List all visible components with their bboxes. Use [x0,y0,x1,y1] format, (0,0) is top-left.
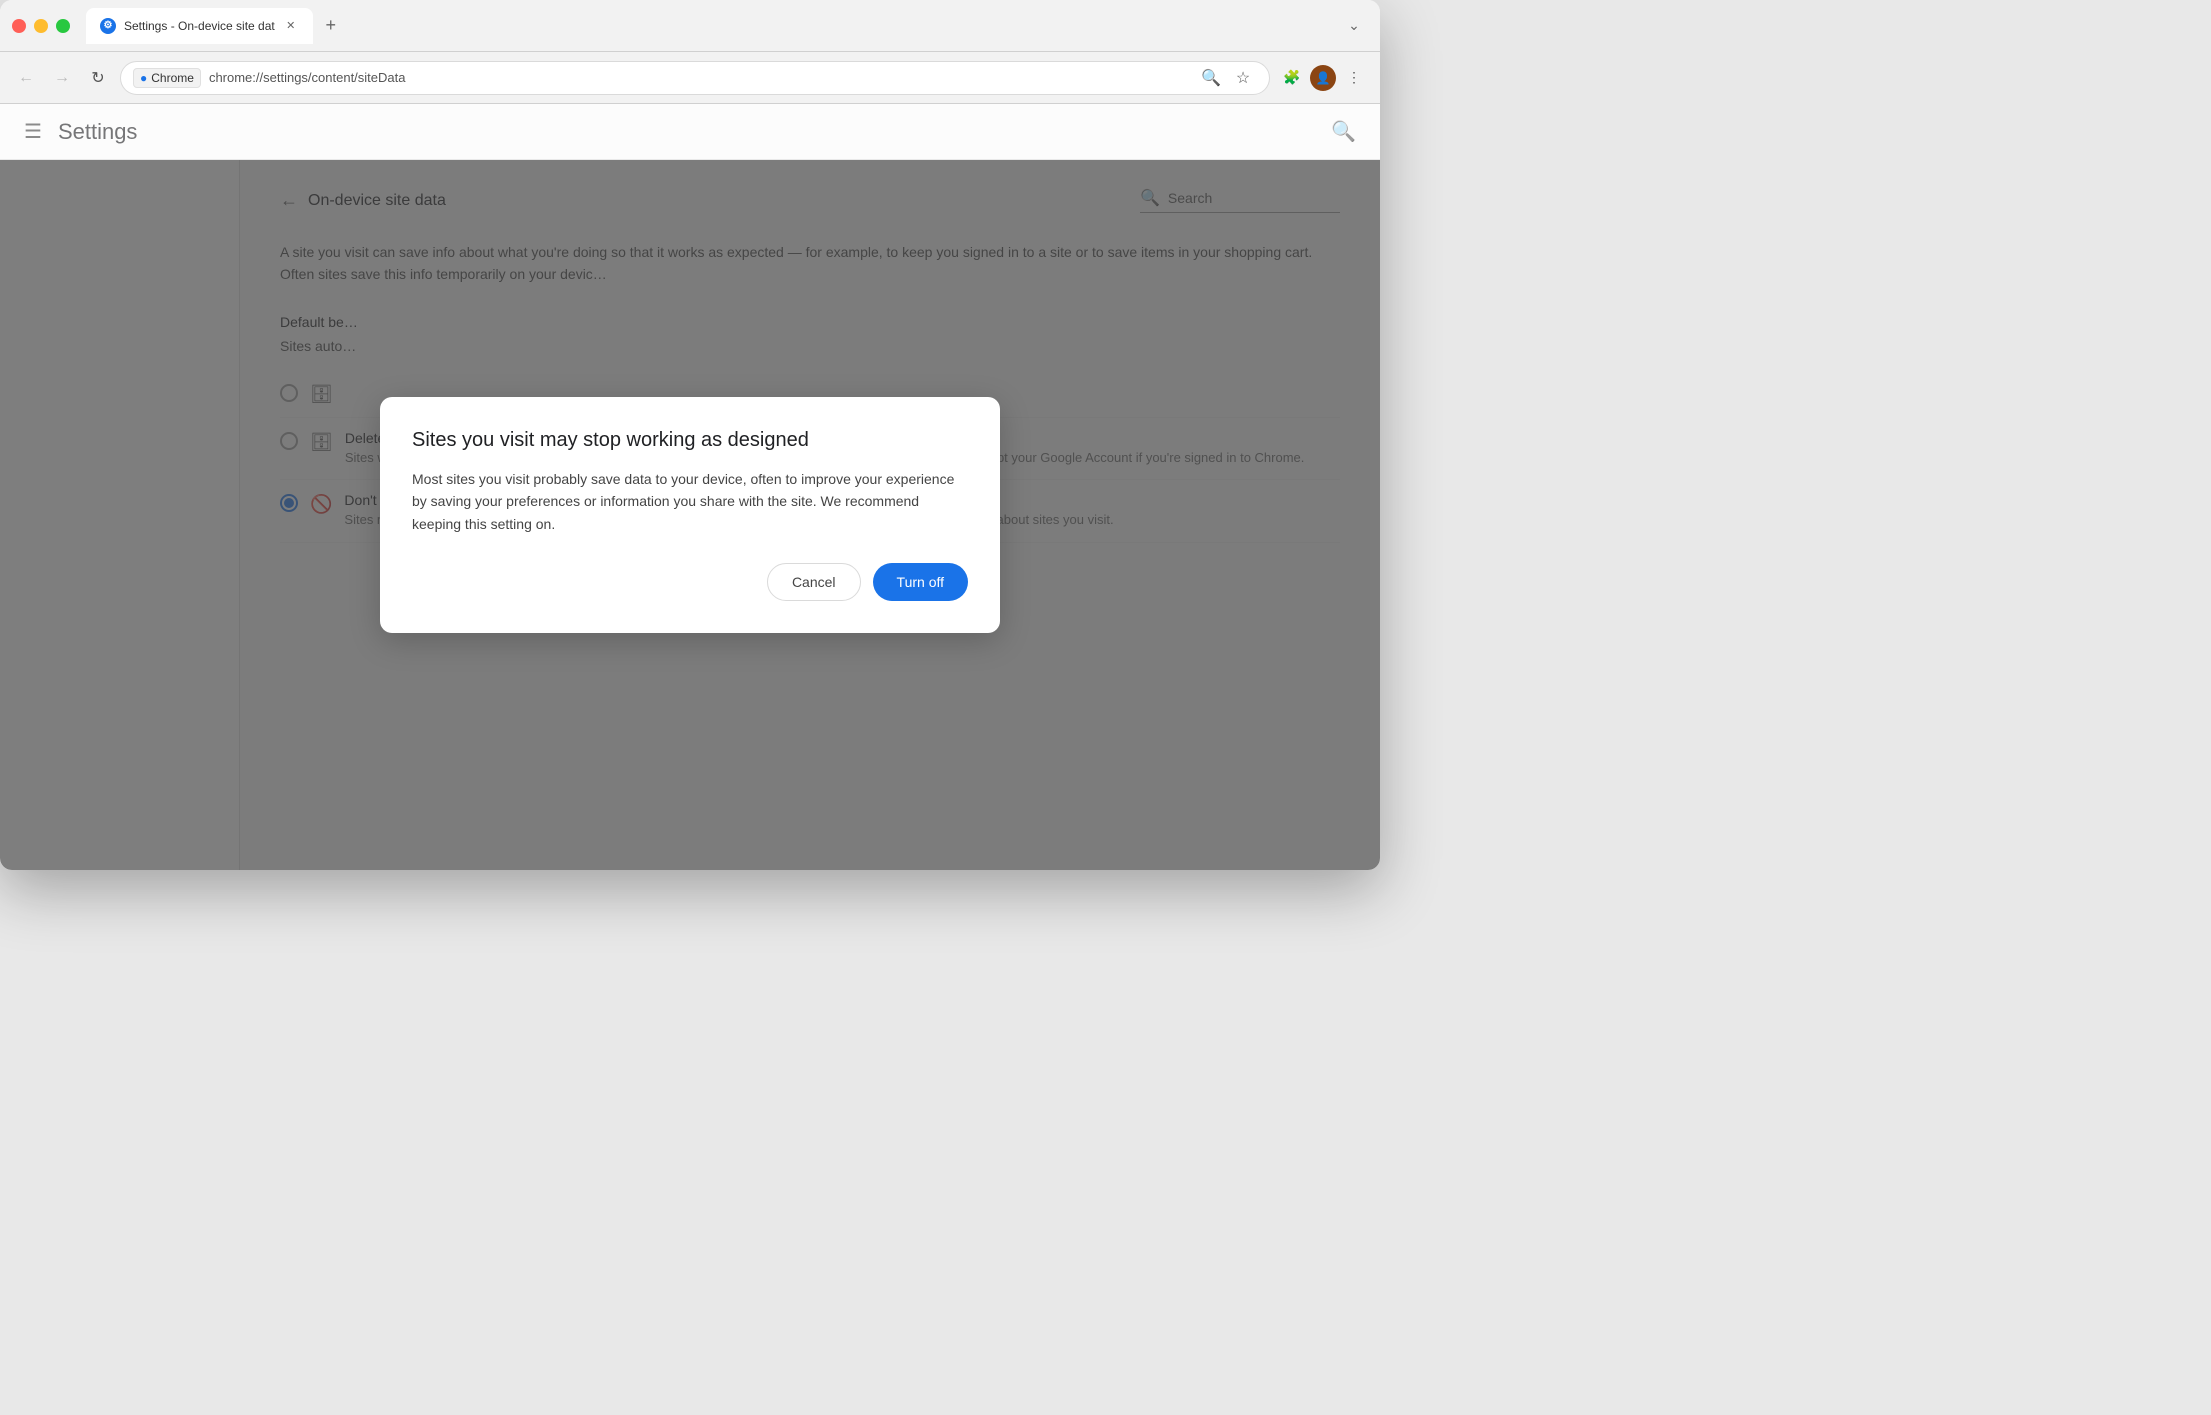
zoom-icon[interactable]: 🔍 [1197,64,1225,92]
back-button[interactable]: ← [12,64,40,92]
confirmation-dialog: Sites you visit may stop working as desi… [380,397,1000,633]
address-bar: ← → ↻ ● Chrome chrome://settings/content… [0,52,1380,104]
settings-main: ← On-device site data 🔍 Search A site yo… [0,160,1380,870]
url-actions: 🔍 ☆ [1197,64,1257,92]
dialog-title: Sites you visit may stop working as desi… [412,429,968,452]
toolbar-right: 🧩 👤 ⋮ [1278,64,1368,92]
tab-dropdown-button[interactable]: ⌄ [1340,12,1368,40]
url-bar[interactable]: ● Chrome chrome://settings/content/siteD… [120,61,1270,95]
url-text: chrome://settings/content/siteData [209,70,406,85]
settings-header: ☰ Settings 🔍 [0,104,1380,160]
chrome-badge: ● Chrome [133,68,201,88]
title-bar: ⚙ Settings - On-device site dat ✕ + ⌄ [0,0,1380,52]
turn-off-button[interactable]: Turn off [873,563,968,601]
settings-search-button[interactable]: 🔍 [1331,119,1356,144]
menu-icon[interactable]: ⋮ [1340,64,1368,92]
settings-menu-button[interactable]: ☰ [24,119,42,144]
dialog-body: Most sites you visit probably save data … [412,468,968,535]
forward-button[interactable]: → [48,64,76,92]
refresh-button[interactable]: ↻ [84,64,112,92]
tab-close-button[interactable]: ✕ [283,18,299,34]
extensions-icon[interactable]: 🧩 [1278,64,1306,92]
close-button[interactable] [12,19,26,33]
settings-title: Settings [58,119,138,145]
new-tab-button[interactable]: + [317,12,345,40]
traffic-lights [12,19,70,33]
active-tab[interactable]: ⚙ Settings - On-device site dat ✕ [86,8,313,44]
dialog-actions: Cancel Turn off [412,563,968,601]
browser-window: ⚙ Settings - On-device site dat ✕ + ⌄ ← … [0,0,1380,870]
tab-title: Settings - On-device site dat [124,19,275,33]
maximize-button[interactable] [56,19,70,33]
avatar[interactable]: 👤 [1310,65,1336,91]
page-content: ☰ Settings 🔍 ← On-device site data 🔍 Sea… [0,104,1380,870]
cancel-button[interactable]: Cancel [767,563,861,601]
minimize-button[interactable] [34,19,48,33]
chrome-badge-label: Chrome [151,71,194,85]
bookmark-icon[interactable]: ☆ [1229,64,1257,92]
modal-overlay: Sites you visit may stop working as desi… [0,160,1380,870]
tab-favicon: ⚙ [100,18,116,34]
tab-bar: ⚙ Settings - On-device site dat ✕ + ⌄ [86,8,1368,44]
